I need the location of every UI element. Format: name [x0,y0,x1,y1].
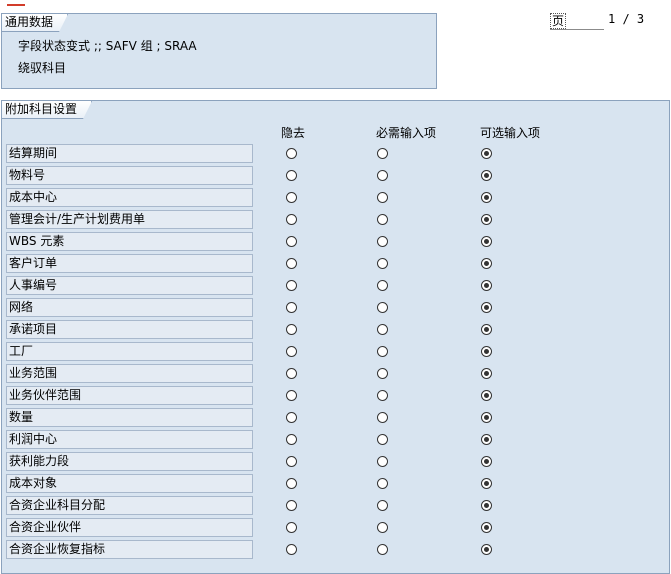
radio-hide[interactable] [286,544,297,555]
radio-optional[interactable] [481,346,492,357]
radio-hide[interactable] [286,522,297,533]
radio-hide[interactable] [286,500,297,511]
radio-hide[interactable] [286,478,297,489]
radio-required[interactable] [377,192,388,203]
radio-required[interactable] [377,324,388,335]
row-label: WBS 元素 [6,232,253,251]
row-label: 物料号 [6,166,253,185]
radio-required[interactable] [377,522,388,533]
radio-optional[interactable] [481,148,492,159]
radio-hide[interactable] [286,170,297,181]
radio-optional[interactable] [481,456,492,467]
row-label: 业务范围 [6,364,253,383]
radio-hide[interactable] [286,324,297,335]
radio-required[interactable] [377,170,388,181]
row-label: 结算期间 [6,144,253,163]
radio-optional[interactable] [481,544,492,555]
row-label: 管理会计/生产计划费用单 [6,210,253,229]
row-label: 合资企业伙伴 [6,518,253,537]
radio-required[interactable] [377,368,388,379]
row-label: 获利能力段 [6,452,253,471]
radio-required[interactable] [377,412,388,423]
radio-required[interactable] [377,500,388,511]
radio-optional[interactable] [481,192,492,203]
row-label: 合资企业科目分配 [6,496,253,515]
radio-optional[interactable] [481,258,492,269]
radio-required[interactable] [377,478,388,489]
general-data-title: 通用数据 [2,14,68,32]
radio-optional[interactable] [481,324,492,335]
page-number: 1 / 3 [608,12,645,26]
row-label: 人事编号 [6,276,253,295]
radio-hide[interactable] [286,456,297,467]
radio-hide[interactable] [286,192,297,203]
row-label: 业务伙伴范围 [6,386,253,405]
additional-account-title: 附加科目设置 [2,101,92,119]
radio-hide[interactable] [286,346,297,357]
radio-hide[interactable] [286,214,297,225]
row-label: 网络 [6,298,253,317]
row-label: 数量 [6,408,253,427]
row-label: 合资企业恢复指标 [6,540,253,559]
row-label: 客户订单 [6,254,253,273]
radio-optional[interactable] [481,522,492,533]
radio-required[interactable] [377,236,388,247]
status-mark [7,4,25,6]
radio-optional[interactable] [481,302,492,313]
radio-optional[interactable] [481,236,492,247]
column-hide: 隐去 [281,126,306,140]
radio-required[interactable] [377,148,388,159]
column-required: 必需输入项 [376,126,437,140]
radio-required[interactable] [377,214,388,225]
radio-required[interactable] [377,456,388,467]
radio-required[interactable] [377,346,388,357]
radio-hide[interactable] [286,280,297,291]
column-optional: 可选输入项 [480,126,541,140]
general-data-group: 通用数据 字段状态变式 ;; SAFV 组 ; SRAA 绕驭科目 [1,13,437,89]
field-status-line: 字段状态变式 ;; SAFV 组 ; SRAA [18,39,197,53]
radio-optional[interactable] [481,368,492,379]
radio-optional[interactable] [481,412,492,423]
radio-hide[interactable] [286,148,297,159]
radio-optional[interactable] [481,170,492,181]
radio-hide[interactable] [286,412,297,423]
row-label: 承诺项目 [6,320,253,339]
radio-required[interactable] [377,302,388,313]
account-line: 绕驭科目 [18,61,67,75]
radio-optional[interactable] [481,280,492,291]
radio-optional[interactable] [481,390,492,401]
radio-optional[interactable] [481,500,492,511]
radio-hide[interactable] [286,368,297,379]
radio-required[interactable] [377,280,388,291]
row-label: 利润中心 [6,430,253,449]
radio-optional[interactable] [481,434,492,445]
radio-required[interactable] [377,434,388,445]
radio-required[interactable] [377,544,388,555]
radio-optional[interactable] [481,478,492,489]
radio-hide[interactable] [286,236,297,247]
radio-hide[interactable] [286,258,297,269]
radio-optional[interactable] [481,214,492,225]
row-label: 成本对象 [6,474,253,493]
page-label: 页 [550,12,604,30]
radio-hide[interactable] [286,390,297,401]
radio-hide[interactable] [286,302,297,313]
radio-required[interactable] [377,258,388,269]
row-label: 工厂 [6,342,253,361]
radio-hide[interactable] [286,434,297,445]
row-label: 成本中心 [6,188,253,207]
radio-required[interactable] [377,390,388,401]
